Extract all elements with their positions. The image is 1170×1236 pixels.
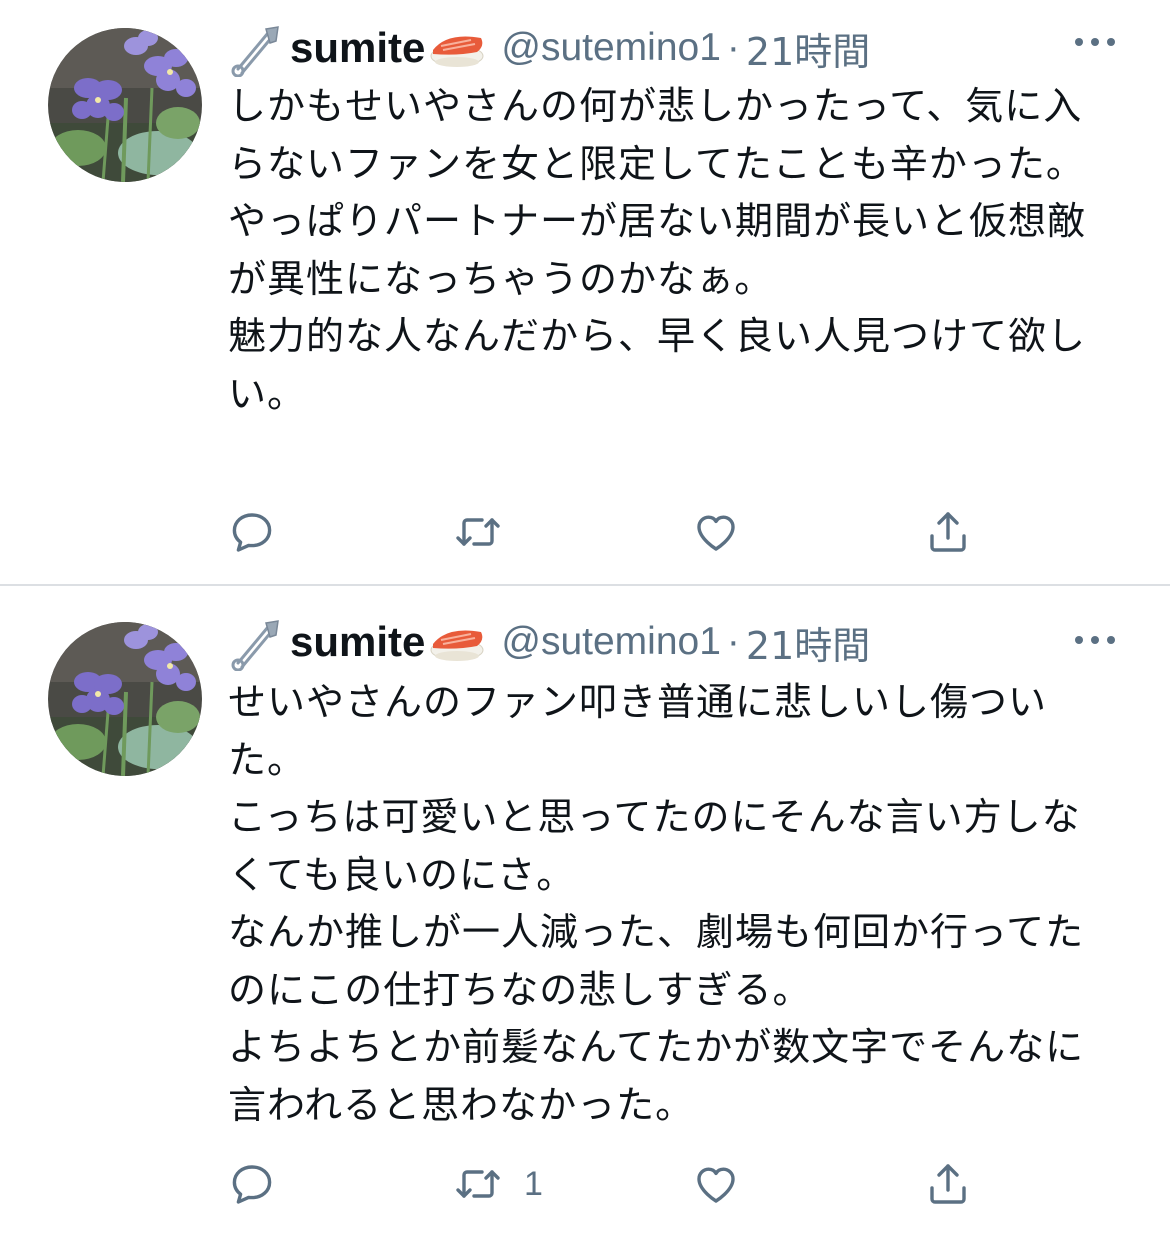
reply-button[interactable]: [228, 1154, 298, 1214]
tweet-text: しかもせいやさんの何が悲しかったって、気に入らないファンを女と限定してたことも辛…: [228, 84, 1087, 416]
more-icon[interactable]: [1072, 630, 1118, 650]
retweet-button[interactable]: 1: [454, 1154, 543, 1214]
handle[interactable]: @sutemino1: [501, 26, 721, 70]
reply-button[interactable]: [228, 502, 298, 562]
sushi-icon: [430, 630, 484, 661]
share-icon: [930, 1164, 966, 1204]
retweet-icon: [456, 518, 500, 546]
tweet[interactable]: sumite @sutemino1 · 21時間 せいやさんのファン叩き普通に悲…: [0, 586, 1170, 1236]
separator: ·: [726, 26, 740, 69]
timestamp[interactable]: 21時間: [746, 21, 870, 76]
avatar[interactable]: [48, 622, 202, 776]
sushi-icon: [430, 36, 484, 67]
safety-pin-icon: [231, 26, 279, 77]
tweet-text: せいやさんのファン叩き普通に悲しいし傷ついた。 こっちは可愛いと思ってたのにそん…: [228, 680, 1085, 1127]
retweet-count: 1: [524, 1164, 543, 1203]
display-name[interactable]: sumite: [290, 618, 425, 666]
like-button[interactable]: [692, 1154, 762, 1214]
tweet-actions: [228, 502, 988, 562]
tweet-header: sumite @sutemino1 · 21時間: [228, 18, 1148, 78]
heart-icon: [697, 1167, 735, 1203]
tweet[interactable]: sumite @sutemino1 · 21時間 しかもせいやさんの何が悲しかっ…: [0, 0, 1170, 585]
handle[interactable]: @sutemino1: [501, 620, 721, 664]
tweet-header: sumite @sutemino1 · 21時間: [228, 612, 1148, 672]
share-button[interactable]: [924, 1154, 972, 1214]
display-name[interactable]: sumite: [290, 24, 425, 72]
share-icon: [930, 512, 966, 552]
heart-icon: [697, 515, 735, 551]
separator: ·: [726, 620, 740, 663]
more-icon[interactable]: [1072, 32, 1118, 52]
safety-pin-icon: [231, 620, 279, 671]
tweet-actions: 1: [228, 1154, 988, 1214]
timestamp[interactable]: 21時間: [746, 615, 870, 670]
retweet-icon: [456, 1170, 500, 1198]
retweet-button[interactable]: [454, 502, 524, 562]
avatar[interactable]: [48, 28, 202, 182]
share-button[interactable]: [924, 502, 972, 562]
like-button[interactable]: [692, 502, 762, 562]
reply-icon: [232, 1165, 272, 1204]
reply-icon: [232, 513, 272, 552]
